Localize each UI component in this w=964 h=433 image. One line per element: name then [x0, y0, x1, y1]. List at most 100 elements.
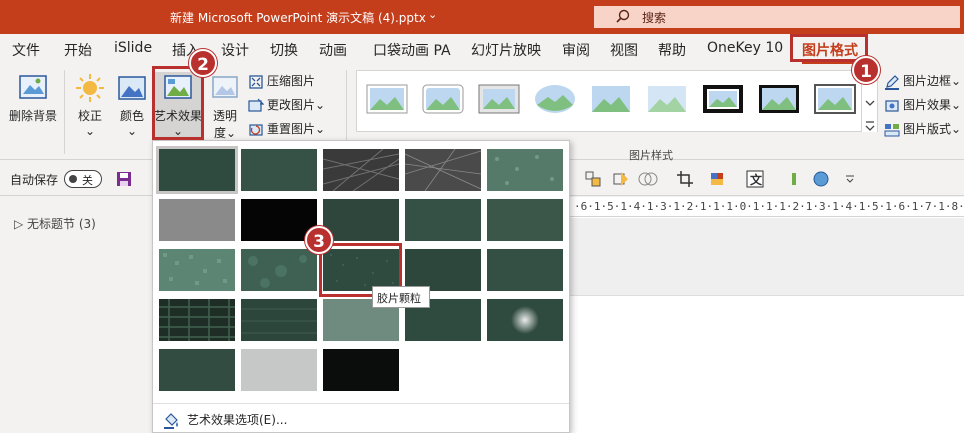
step-badge-2: 2 [189, 49, 217, 77]
effect-glass[interactable] [487, 249, 563, 291]
effect-glow-diffused[interactable] [405, 199, 481, 241]
corrections-caret: ⌄ [84, 124, 96, 138]
effect-paint-brush[interactable] [323, 199, 399, 241]
change-picture-button[interactable]: 更改图片⌄ [248, 96, 325, 114]
autosave-toggle[interactable]: 关 [64, 170, 102, 188]
effect-glow-edges[interactable] [323, 349, 399, 391]
effect-chalk-sketch[interactable] [159, 199, 235, 241]
circle-shape-icon[interactable] [812, 170, 830, 188]
shape-fill-icon[interactable] [584, 170, 602, 188]
effect-blur[interactable] [487, 199, 563, 241]
color-caret: ⌄ [126, 124, 138, 138]
picture-layout-button[interactable]: 图片版式⌄ [884, 120, 961, 138]
tab-review[interactable]: 审阅 [562, 40, 590, 60]
highlight-box-artistic-effects [152, 66, 204, 140]
change-picture-caret: ⌄ [315, 98, 326, 112]
tab-file[interactable]: 文件 [12, 40, 40, 60]
transparency-label-1: 透明 [212, 109, 237, 123]
picture-style-2[interactable] [421, 81, 465, 117]
tab-transitions[interactable]: 切换 [270, 40, 298, 60]
reset-picture-button[interactable]: 重置图片⌄ [248, 120, 325, 138]
picture-styles-gallery [356, 70, 878, 132]
picture-style-4[interactable] [533, 81, 577, 117]
title-caret-icon[interactable]: ⌄ [428, 8, 437, 21]
slide-area[interactable] [570, 218, 964, 296]
effect-marker[interactable] [241, 149, 317, 191]
transparency-icon [212, 76, 238, 98]
tab-slideshow[interactable]: 幻灯片放映 [471, 40, 541, 60]
crop-icon[interactable] [676, 170, 696, 188]
tab-home[interactable]: 开始 [64, 40, 92, 60]
autosave-state: 关 [82, 174, 93, 187]
save-icon[interactable] [116, 171, 132, 187]
transparency-button[interactable]: 透明 度⌄ [206, 72, 244, 141]
effect-light-screen[interactable] [159, 249, 235, 291]
picture-effects-button[interactable]: 图片效果⌄ [884, 96, 961, 114]
tab-animations[interactable]: 动画 [319, 40, 347, 60]
remove-background-label: 删除背景 [8, 109, 57, 123]
sun-icon [76, 74, 104, 102]
effect-plastic-wrap[interactable] [487, 299, 563, 341]
effect-pencil-sketch[interactable] [405, 149, 481, 191]
search-label: 搜索 [642, 11, 667, 25]
effect-watercolor-sponge[interactable] [241, 249, 317, 291]
ribbon-separator [64, 70, 65, 154]
tab-help[interactable]: 帮助 [658, 40, 686, 60]
chevron-down-icon[interactable] [862, 93, 878, 113]
tab-pocket-animation[interactable]: 口袋动画 PA [373, 40, 451, 60]
tab-view[interactable]: 视图 [610, 40, 638, 60]
remove-background-button[interactable]: 删除背景 [6, 72, 60, 124]
picture-style-9[interactable] [813, 81, 857, 117]
picture-style-5[interactable] [589, 81, 633, 117]
transparency-label-2: 度 [213, 126, 226, 140]
horizontal-ruler: ·6·1·5·1·4·1·3·1·2·1·1·1·0·1·1·1·2·1·3·1… [570, 197, 964, 217]
artistic-effects-options-label: 艺术效果选项(E)... [187, 413, 288, 427]
section-title[interactable]: ▷ 无标题节 (3) [14, 215, 96, 232]
picture-border-button[interactable]: 图片边框⌄ [884, 72, 961, 90]
highlight-box-picture-format [790, 34, 868, 62]
picture-style-8[interactable] [757, 81, 801, 117]
compress-pictures-button[interactable]: 压缩图片 [248, 72, 315, 90]
picture-style-6[interactable] [645, 81, 689, 117]
picture-layout-icon [884, 123, 900, 136]
more-styles-icon[interactable] [862, 116, 878, 136]
corrections-label: 校正 [77, 109, 102, 123]
picture-color-icon [118, 76, 146, 100]
step-badge-1: 1 [852, 56, 880, 84]
text-box-icon[interactable]: 文 [746, 170, 764, 188]
picture-border-caret: ⌄ [951, 74, 962, 88]
corrections-button[interactable]: 校正 ⌄ [70, 72, 110, 138]
effect-cement[interactable] [159, 299, 235, 341]
artistic-effects-options[interactable]: 艺术效果选项(E)... [163, 411, 287, 429]
green-bar-icon[interactable] [790, 170, 798, 188]
paint-bucket-icon [164, 412, 178, 429]
transparency-caret: ⌄ [225, 126, 237, 140]
tab-design[interactable]: 设计 [221, 40, 249, 60]
reset-picture-icon [249, 123, 263, 136]
qat-more-icon[interactable] [844, 170, 856, 188]
autosave-label: 自动保存 [10, 173, 59, 187]
effect-cutout[interactable] [159, 349, 235, 391]
search-box[interactable]: 搜索 [594, 6, 960, 28]
reset-picture-label: 重置图片 [267, 122, 316, 136]
effect-none[interactable] [156, 146, 238, 194]
expand-triangle-icon[interactable]: ▷ [14, 217, 27, 231]
picture-style-3[interactable] [477, 81, 521, 117]
effect-mosaic-bubbles[interactable] [405, 249, 481, 291]
picture-style-7[interactable] [701, 81, 745, 117]
tab-islide[interactable]: iSlide [114, 40, 152, 56]
effect-line-drawing[interactable] [487, 149, 563, 191]
change-shape-icon[interactable] [612, 170, 630, 188]
tab-onekey[interactable]: OneKey 10 [707, 40, 783, 56]
picture-effects-label: 图片效果 [903, 98, 952, 112]
merge-shapes-icon[interactable] [638, 170, 660, 188]
effect-texturizer[interactable] [241, 299, 317, 341]
remove-background-icon [19, 75, 47, 99]
picture-color-swatch-icon[interactable] [710, 170, 732, 188]
picture-style-1[interactable] [365, 81, 409, 117]
color-button[interactable]: 颜色 ⌄ [112, 72, 152, 138]
effect-tooltip: 胶片颗粒 [372, 286, 430, 308]
effect-photocopy[interactable] [241, 349, 317, 391]
window-title: 新建 Microsoft PowerPoint 演示文稿 (4).pptx [170, 11, 426, 25]
effect-pencil-grayscale[interactable] [323, 149, 399, 191]
